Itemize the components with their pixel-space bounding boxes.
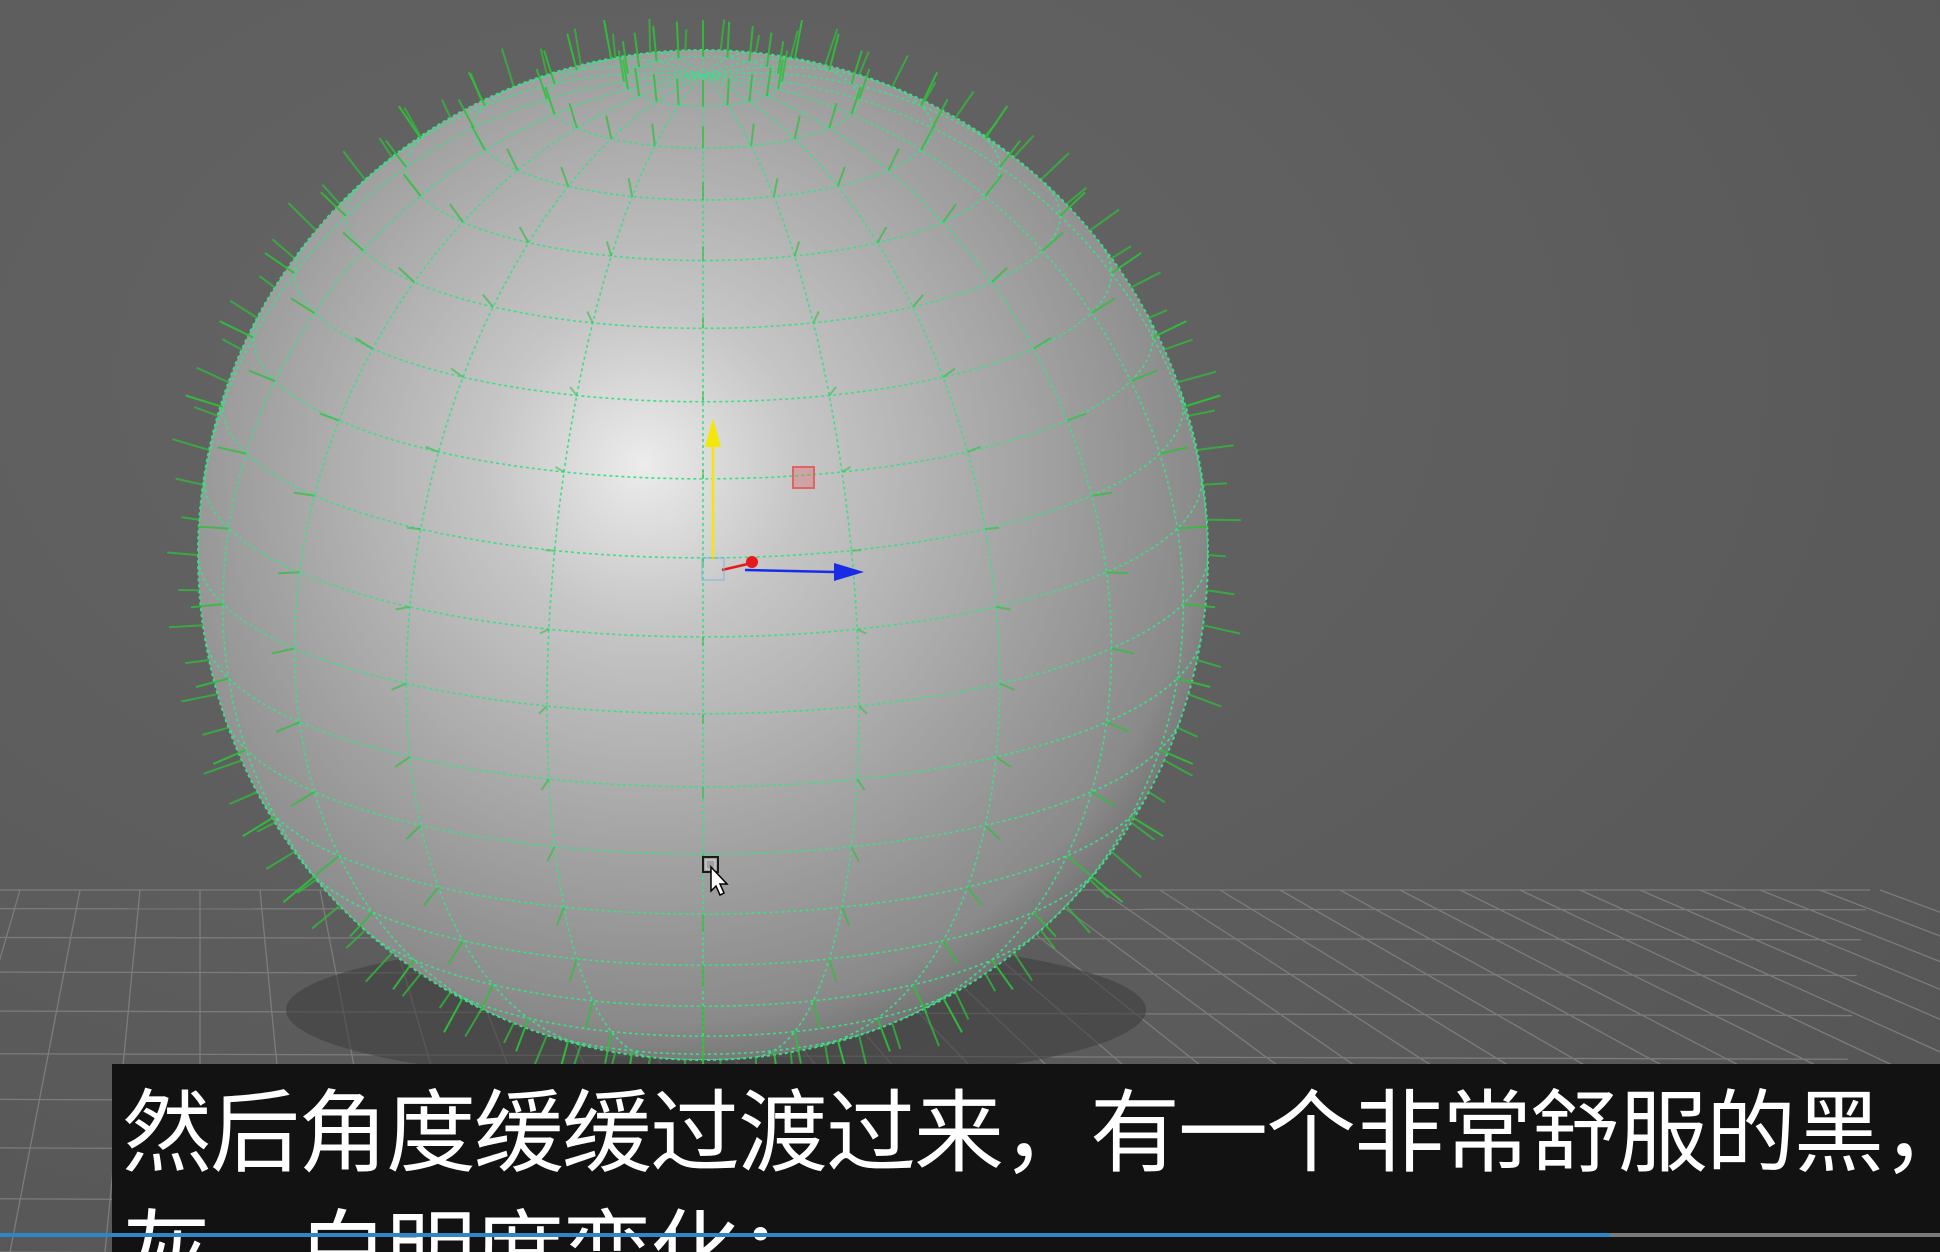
- scale-handle-icon[interactable]: [792, 466, 815, 489]
- vertex-normal: [1203, 482, 1228, 486]
- vertex-normal: [277, 571, 300, 575]
- vertex-normal: [684, 29, 688, 51]
- vertex-normal: [1106, 571, 1129, 575]
- pivot-icon[interactable]: [746, 556, 758, 568]
- subtitle-caption: 然后角度缓缓过渡过来，有一个非常舒服的黑， 灰、白明度变化；: [112, 1064, 1940, 1252]
- video-progress-bar[interactable]: [0, 1233, 1940, 1237]
- vertex-normal: [648, 18, 652, 53]
- vertex-normal: [985, 526, 1000, 531]
- vertex-normal: [1207, 554, 1226, 558]
- vertex-normal: [406, 526, 421, 531]
- subtitle-line-2: 灰、白明度变化；: [122, 1204, 828, 1252]
- subtitle-line-1: 然后角度缓缓过渡过来，有一个非常舒服的黑，: [122, 1081, 1940, 1186]
- video-progress-fill: [0, 1233, 1611, 1237]
